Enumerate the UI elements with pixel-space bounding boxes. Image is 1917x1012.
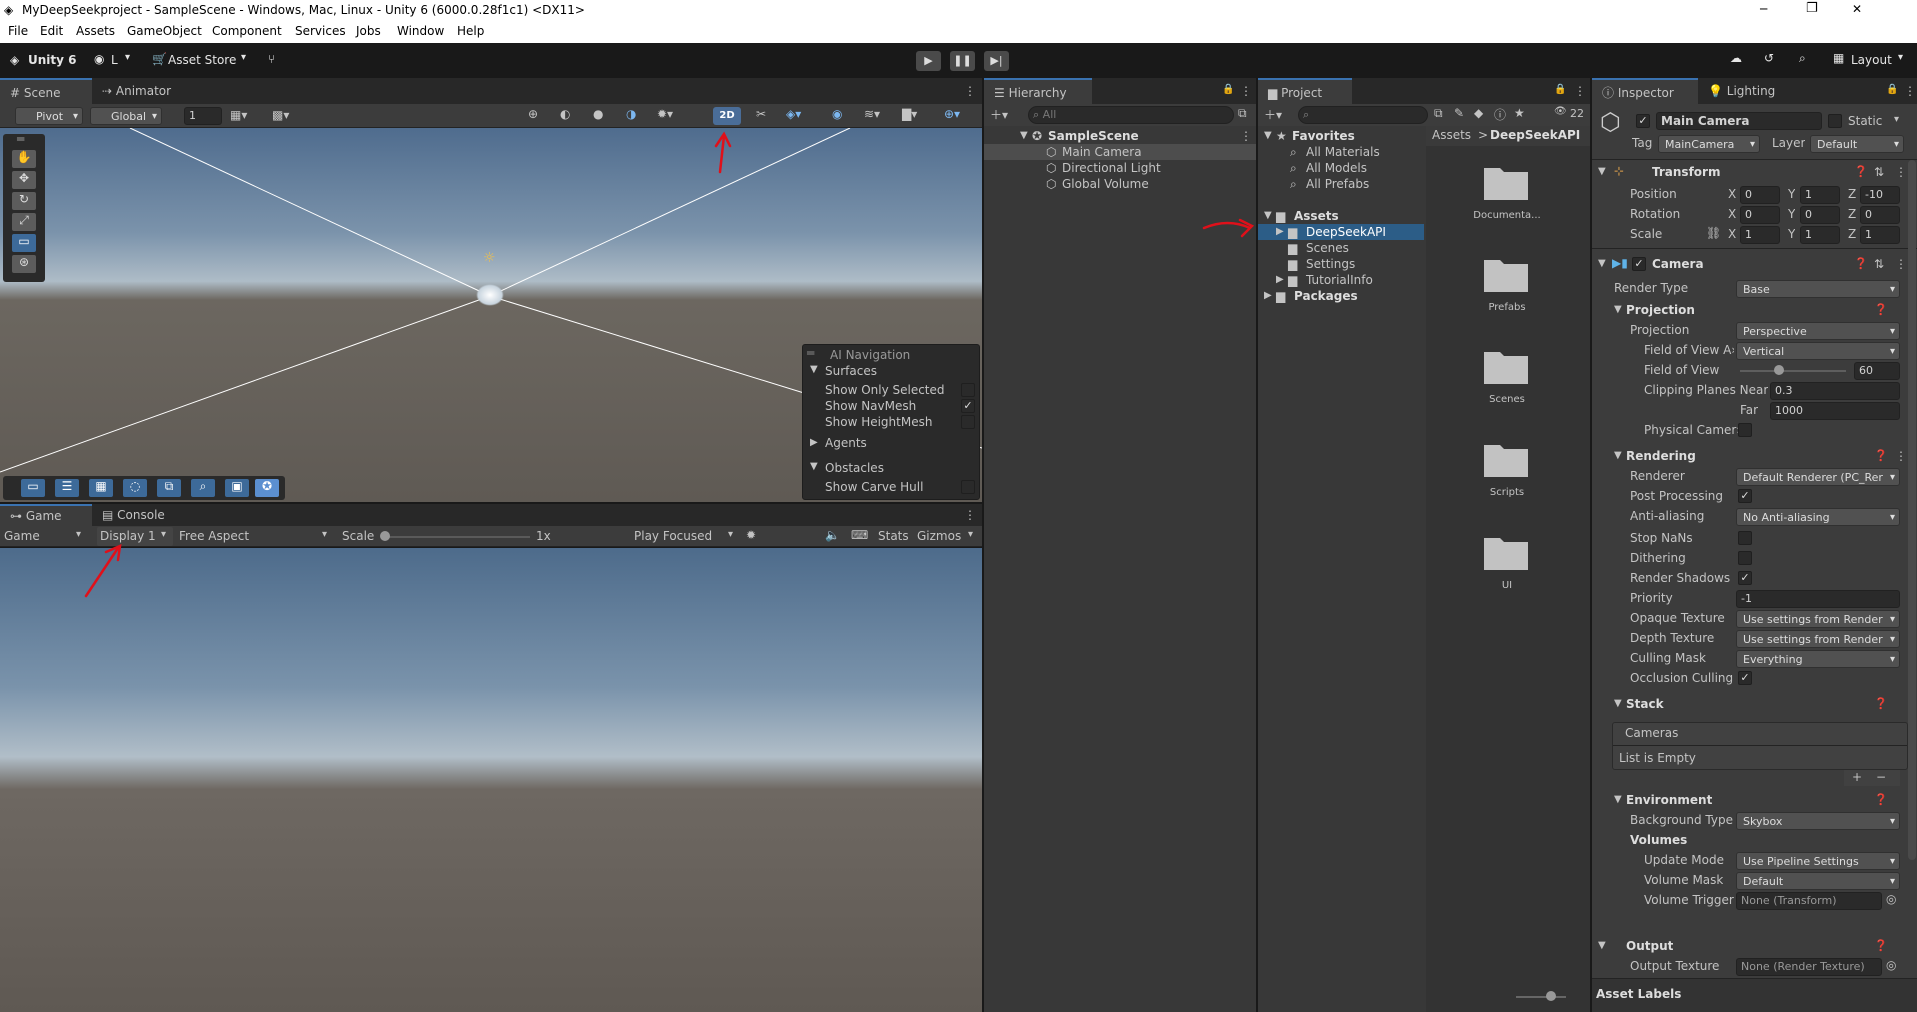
annotation-arrow [84,131,1255,598]
